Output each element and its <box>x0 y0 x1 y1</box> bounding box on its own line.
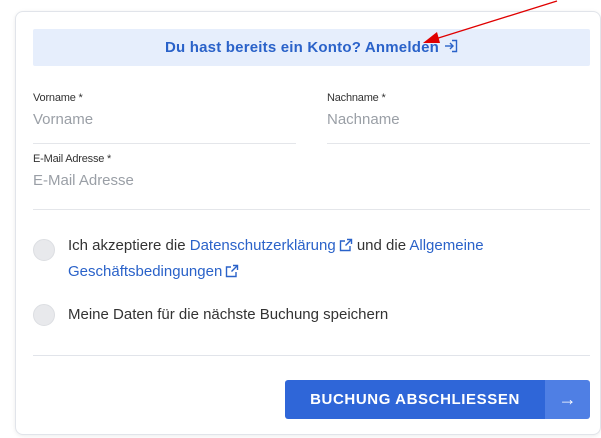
first-name-label: Vorname * <box>33 92 83 104</box>
first-name-input[interactable] <box>33 111 296 128</box>
login-banner[interactable]: Du hast bereits ein Konto? Anmelden <box>33 29 590 66</box>
save-data-radio[interactable] <box>33 304 55 326</box>
last-name-underline <box>327 143 590 144</box>
form-divider <box>33 355 590 356</box>
login-banner-text[interactable]: Du hast bereits ein Konto? Anmelden <box>165 39 439 56</box>
arrow-right-icon[interactable]: → <box>545 380 590 419</box>
external-link-icon[interactable] <box>225 262 239 286</box>
login-icon[interactable] <box>444 39 458 57</box>
consent-prefix: Ich akzeptiere die <box>68 237 190 254</box>
terms-link-line1[interactable]: Allgemeine <box>409 237 483 254</box>
last-name-label: Nachname * <box>327 92 386 104</box>
external-link-icon[interactable] <box>339 236 353 260</box>
terms-link-line2[interactable]: Geschäftsbedingungen <box>68 263 222 280</box>
email-underline <box>33 209 590 210</box>
first-name-underline <box>33 143 296 144</box>
email-label: E-Mail Adresse * <box>33 153 112 165</box>
email-input[interactable] <box>33 172 590 189</box>
save-data-label: Meine Daten für die nächste Buchung spei… <box>68 306 389 323</box>
save-data-row: Meine Daten für die nächste Buchung spei… <box>33 304 590 326</box>
booking-form-card <box>15 11 601 435</box>
complete-booking-label[interactable]: BUCHUNG ABSCHLIESSEN <box>285 380 545 419</box>
email-field: E-Mail Adresse * <box>33 153 590 210</box>
complete-booking-button[interactable]: BUCHUNG ABSCHLIESSEN → <box>285 380 590 419</box>
last-name-field: Nachname * <box>327 92 590 144</box>
consent-middle: und die <box>352 237 410 254</box>
privacy-link[interactable]: Datenschutzerklärung <box>190 237 336 254</box>
consent-radio[interactable] <box>33 239 55 261</box>
consent-text: Ich akzeptiere die Datenschutzerklärung … <box>68 234 484 286</box>
first-name-field: Vorname * <box>33 92 296 144</box>
consent-row: Ich akzeptiere die Datenschutzerklärung … <box>33 234 590 286</box>
last-name-input[interactable] <box>327 111 590 128</box>
